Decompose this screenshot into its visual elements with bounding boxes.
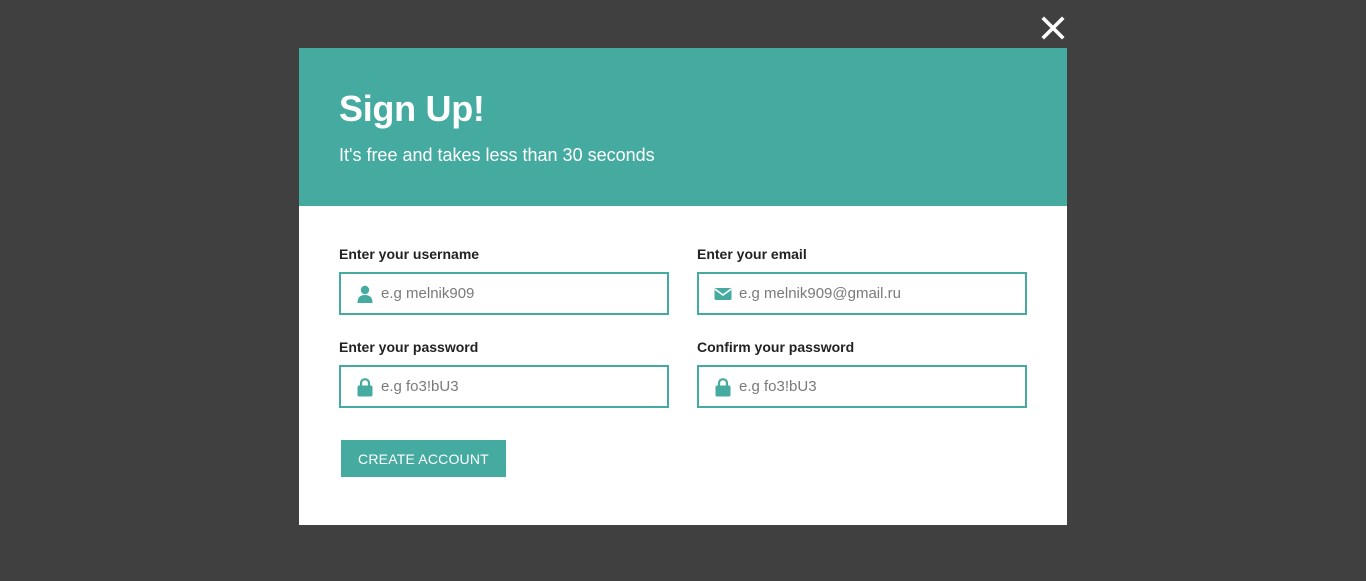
username-group: Enter your username: [339, 246, 669, 315]
email-group: Enter your email: [697, 246, 1027, 315]
email-input[interactable]: [739, 274, 1019, 313]
create-account-button[interactable]: CREATE ACCOUNT: [341, 440, 506, 477]
lock-icon: [713, 377, 733, 397]
modal-backdrop[interactable]: Sign Up! It's free and takes less than 3…: [0, 0, 1366, 581]
user-icon: [355, 284, 375, 304]
confirm-password-input[interactable]: [739, 367, 1019, 406]
username-field-box[interactable]: [339, 272, 669, 315]
confirm-password-label: Confirm your password: [697, 339, 855, 355]
email-label: Enter your email: [697, 246, 807, 262]
lock-icon: [355, 377, 375, 397]
username-label: Enter your username: [339, 246, 480, 262]
signup-modal: Sign Up! It's free and takes less than 3…: [299, 48, 1067, 525]
username-input[interactable]: [381, 274, 661, 313]
modal-subtitle: It's free and takes less than 30 seconds: [339, 145, 655, 165]
form-row-2: Enter your password Confirm your passwor…: [339, 339, 1027, 408]
close-icon: [1041, 16, 1065, 40]
confirm-password-group: Confirm your password: [697, 339, 1027, 408]
signup-form: Enter your username Enter your email: [299, 206, 1067, 477]
close-button[interactable]: [1040, 15, 1066, 41]
email-field-box[interactable]: [697, 272, 1027, 315]
form-row-1: Enter your username Enter your email: [339, 246, 1027, 315]
password-label: Enter your password: [339, 339, 479, 355]
password-group: Enter your password: [339, 339, 669, 408]
modal-header: Sign Up! It's free and takes less than 3…: [299, 48, 1067, 206]
modal-title: Sign Up!: [339, 88, 485, 129]
password-field-box[interactable]: [339, 365, 669, 408]
envelope-icon: [713, 284, 733, 304]
confirm-password-field-box[interactable]: [697, 365, 1027, 408]
password-input[interactable]: [381, 367, 661, 406]
